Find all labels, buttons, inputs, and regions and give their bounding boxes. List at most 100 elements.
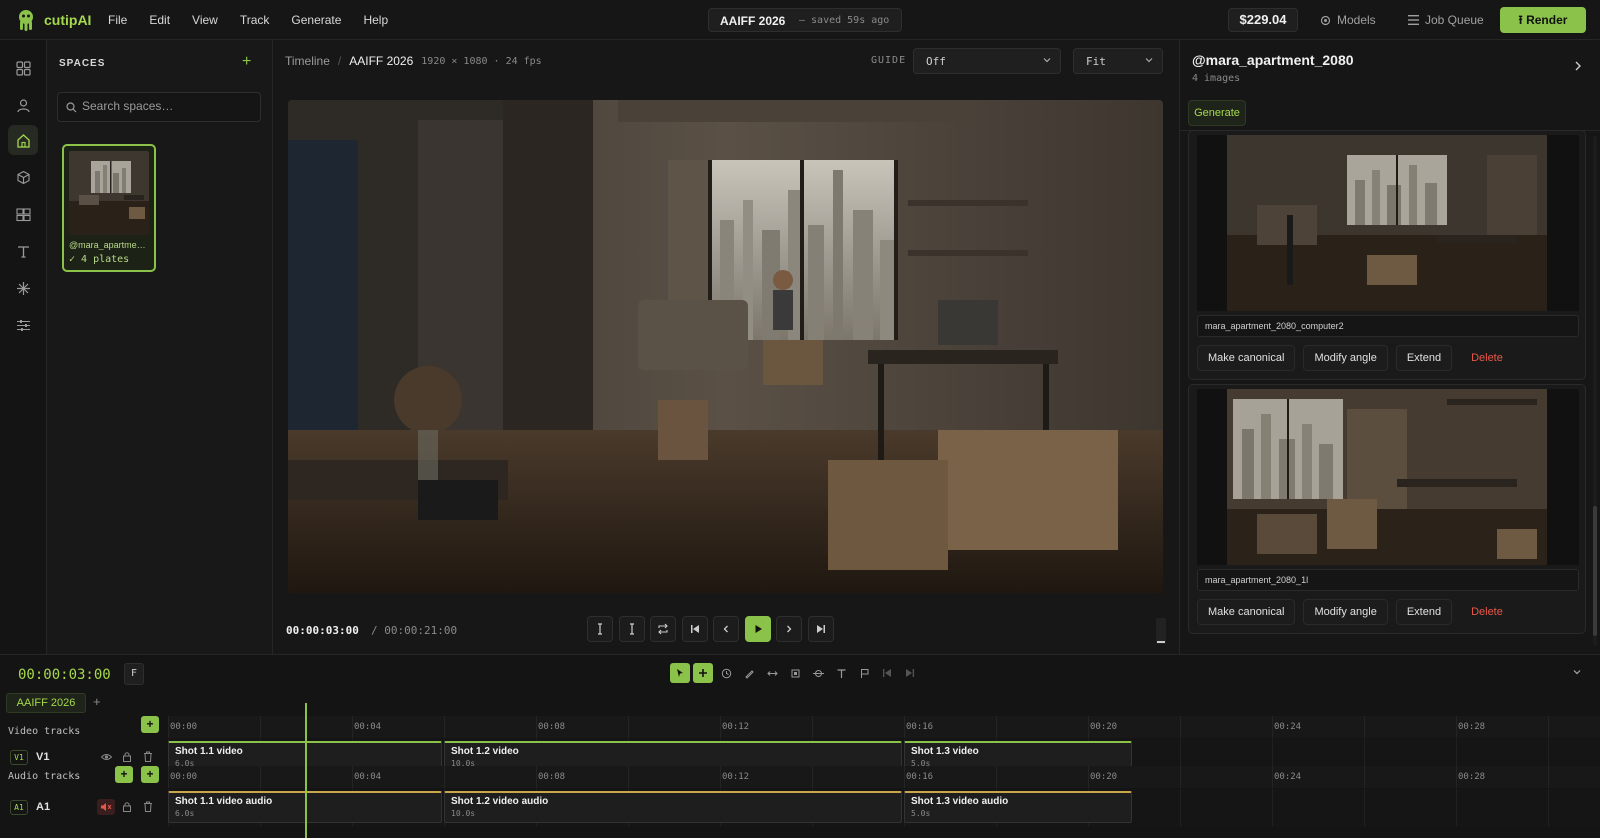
render-button[interactable]: ⭱ Render — [1500, 7, 1586, 33]
audio-clip[interactable]: Shot 1.2 video audio 10.0s — [444, 791, 902, 823]
menu-file[interactable]: File — [108, 13, 127, 27]
go-to-end-button[interactable] — [808, 616, 834, 642]
timeline-panel: 00:00:03:00 F AAIFF 2026 + Video tracks … — [0, 654, 1600, 838]
rail-adjust-button[interactable] — [8, 310, 38, 340]
mute-button[interactable] — [97, 799, 115, 815]
models-button[interactable]: Models — [1320, 13, 1376, 27]
guide-select[interactable]: Off — [913, 48, 1061, 74]
play-button[interactable] — [745, 616, 771, 642]
modify-angle-button[interactable]: Modify angle — [1303, 599, 1388, 625]
extend-button[interactable]: Extend — [1395, 599, 1453, 625]
next-frame-button[interactable] — [776, 616, 802, 642]
ruler-gridline — [904, 716, 905, 738]
audio-track-lane[interactable]: Shot 1.1 video audio 6.0s Shot 1.2 video a… — [168, 789, 1600, 827]
transform-tool-button[interactable] — [808, 663, 828, 683]
rail-text-button[interactable] — [8, 236, 38, 266]
add-audio-track-button[interactable]: + — [115, 766, 133, 783]
audio-clip[interactable]: Shot 1.3 video audio 5.0s — [904, 791, 1132, 823]
ruler-gridline — [720, 766, 721, 788]
image-filename-field[interactable]: mara_apartment_2080_computer2 — [1197, 315, 1579, 337]
prev-frame-button[interactable] — [713, 616, 739, 642]
slip-tool-button[interactable] — [762, 663, 782, 683]
playhead[interactable] — [305, 703, 307, 838]
panel-scrollbar[interactable] — [1593, 136, 1597, 646]
rail-grid-button[interactable] — [8, 53, 38, 83]
track-name: A1 — [36, 801, 51, 813]
menu-track[interactable]: Track — [240, 13, 270, 27]
ruler-gridline — [1548, 716, 1549, 738]
prev-marker-button[interactable] — [877, 663, 897, 683]
space-card-plates: ✓ 4 plates — [69, 254, 130, 265]
job-queue-button[interactable]: Job Queue — [1408, 13, 1484, 27]
trash-icon[interactable] — [143, 801, 153, 812]
ruler-gridline — [1456, 766, 1457, 788]
clip-duration: 10.0s — [451, 809, 476, 818]
rail-objects-button[interactable] — [8, 162, 38, 192]
rail-effects-button[interactable] — [8, 273, 38, 303]
ruler-gridline — [352, 716, 353, 738]
image-preview[interactable] — [1197, 389, 1579, 565]
preview-frame[interactable] — [288, 100, 1163, 593]
skip-back-icon — [691, 625, 699, 633]
add-video-track-button[interactable]: + — [141, 716, 159, 733]
add-audio-track-button-2[interactable]: + — [141, 766, 159, 783]
trash-icon[interactable] — [143, 751, 153, 762]
frame-mode-button[interactable]: F — [124, 663, 144, 685]
make-canonical-button[interactable]: Make canonical — [1197, 599, 1296, 625]
search-input[interactable] — [82, 99, 252, 113]
space-card[interactable]: @mara_apartme… ✓ 4 plates — [62, 144, 156, 272]
ruler-tick-label: 00:16 — [906, 772, 934, 782]
next-marker-button[interactable] — [900, 663, 920, 683]
mark-in-button[interactable] — [587, 616, 613, 642]
chevron-right-icon[interactable] — [1573, 60, 1583, 72]
add-space-button[interactable]: + — [242, 53, 251, 71]
modify-angle-button[interactable]: Modify angle — [1303, 345, 1388, 371]
sequence-tab[interactable]: AAIFF 2026 — [6, 693, 86, 713]
app-name: cutipAI — [44, 12, 92, 28]
time-ruler[interactable]: 00:00 00:04 00:08 00:12 00:16 00:20 00:24 00:28 — [168, 766, 1600, 788]
loop-button[interactable] — [650, 616, 676, 642]
add-tool-button[interactable] — [693, 663, 713, 683]
time-ruler[interactable]: 00:00 00:04 00:08 00:12 00:16 00:20 00:24 00:28 — [168, 716, 1600, 738]
rail-characters-button[interactable] — [8, 90, 38, 120]
credits-balance[interactable]: $229.04 — [1228, 8, 1298, 32]
crop-tool-button[interactable] — [785, 663, 805, 683]
lock-icon[interactable] — [122, 801, 132, 812]
image-preview[interactable] — [1197, 135, 1579, 311]
delete-button[interactable]: Delete — [1460, 345, 1514, 371]
eye-icon[interactable] — [101, 752, 112, 762]
chevron-down-icon[interactable] — [1572, 667, 1582, 677]
scrollbar-thumb[interactable] — [1593, 506, 1597, 636]
ruler-tick-label: 00:28 — [1458, 722, 1486, 732]
menu-generate[interactable]: Generate — [291, 13, 341, 27]
breadcrumb-timeline[interactable]: Timeline — [285, 54, 330, 68]
menu-help[interactable]: Help — [363, 13, 388, 27]
razor-tool-button[interactable] — [739, 663, 759, 683]
lock-icon[interactable] — [122, 751, 132, 762]
image-filename-field[interactable]: mara_apartment_2080_1l — [1197, 569, 1579, 591]
fit-select[interactable]: Fit — [1073, 48, 1163, 74]
text-tool-button[interactable] — [831, 663, 851, 683]
add-sequence-button[interactable]: + — [93, 694, 101, 709]
volume-slider[interactable] — [1156, 618, 1166, 644]
ruler-gridline — [1364, 766, 1365, 788]
menu-edit[interactable]: Edit — [149, 13, 170, 27]
ruler-tick-label: 00:08 — [538, 772, 566, 782]
delete-button[interactable]: Delete — [1460, 599, 1514, 625]
generate-tab[interactable]: Generate — [1188, 100, 1246, 126]
menu-view[interactable]: View — [192, 13, 218, 27]
marker-tool-button[interactable] — [854, 663, 874, 683]
clip-title: Shot 1.2 video audio — [451, 796, 549, 807]
speed-tool-button[interactable] — [716, 663, 736, 683]
rail-storyboard-button[interactable] — [8, 199, 38, 229]
ruler-gridline — [168, 766, 169, 788]
mark-out-button[interactable] — [619, 616, 645, 642]
select-tool-button[interactable] — [670, 663, 690, 683]
make-canonical-button[interactable]: Make canonical — [1197, 345, 1296, 371]
extend-button[interactable]: Extend — [1395, 345, 1453, 371]
rail-spaces-button[interactable] — [8, 125, 38, 155]
clip-title: Shot 1.2 video — [451, 746, 519, 757]
total-timecode: / 00:00:21:00 — [371, 624, 457, 637]
project-title-pill[interactable]: AAIFF 2026 — saved 59s ago — [708, 8, 902, 32]
go-to-start-button[interactable] — [682, 616, 708, 642]
